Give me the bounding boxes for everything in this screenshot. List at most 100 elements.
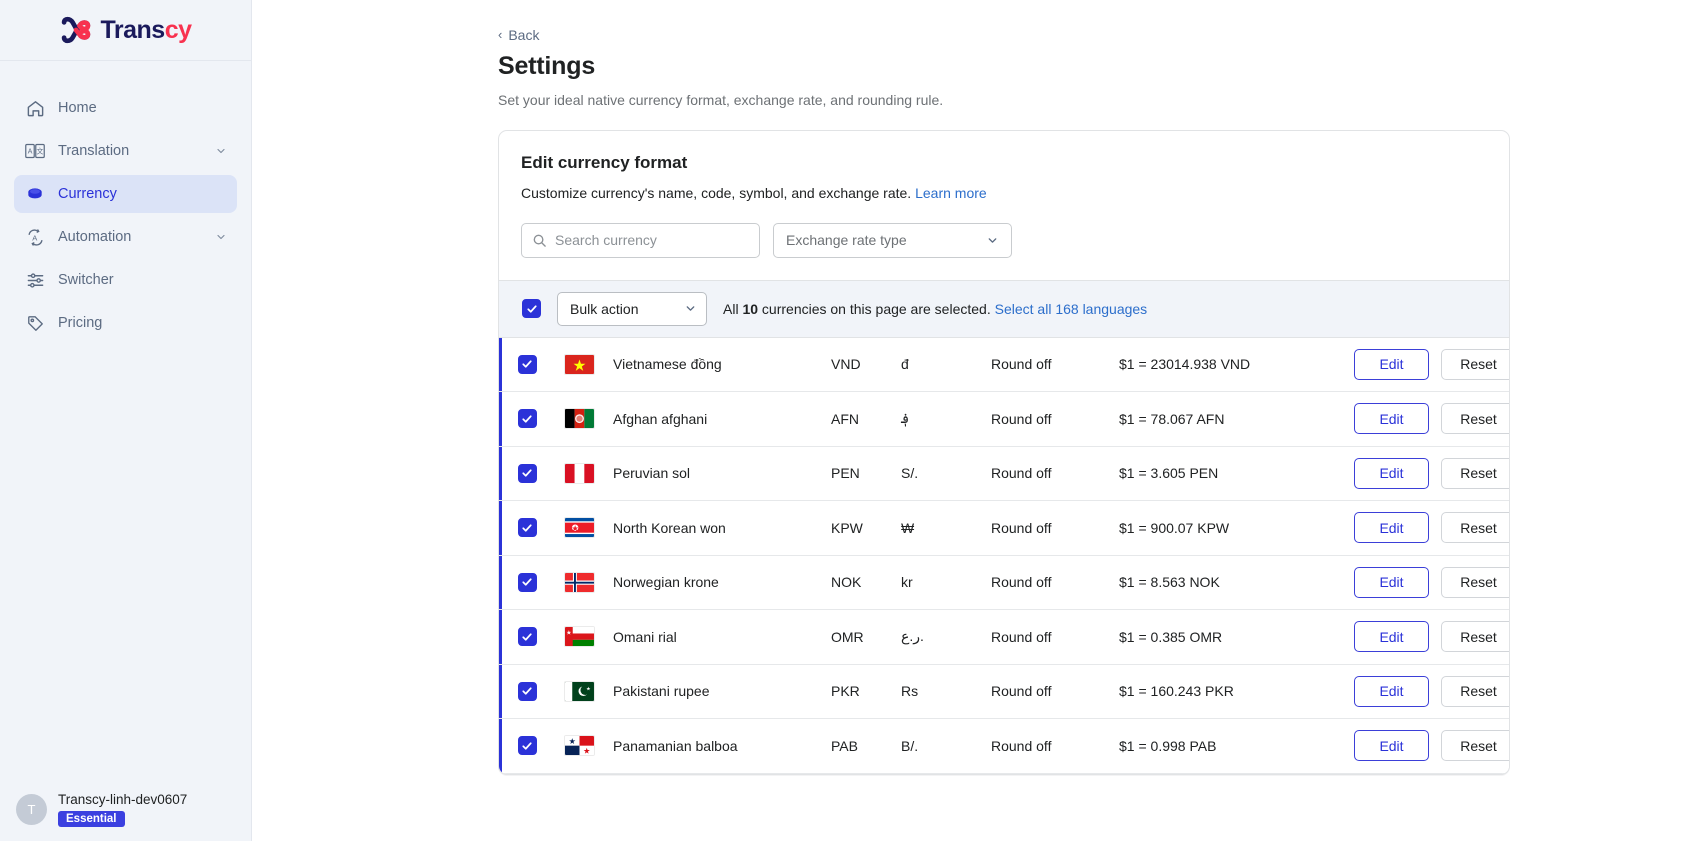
edit-button[interactable]: Edit [1354, 621, 1429, 653]
sidebar: Transcy Home A文 Translation Currency A A… [0, 0, 252, 841]
rounding-rule: Round off [991, 356, 1052, 373]
chevron-down-icon[interactable] [215, 145, 227, 157]
chevron-down-icon[interactable] [215, 231, 227, 243]
currency-name: Omani rial [613, 628, 677, 645]
main-content: ‹ Back Settings Set your ideal native cu… [252, 0, 1702, 841]
table-row[interactable]: Peruvian sol PEN S/. Round off $1 = 3.60… [499, 446, 1509, 501]
exchange-rate-type-select[interactable]: Exchange rate type [773, 222, 1012, 258]
row-actions: Edit Reset [1354, 512, 1509, 544]
row-checkbox-cell [499, 627, 551, 647]
brand-name: Transcy [100, 15, 192, 44]
table-row[interactable]: North Korean won KPW ₩ Round off $1 = 90… [499, 501, 1509, 556]
user-account-block[interactable]: T Transcy-linh-dev0607 Essential [0, 792, 252, 827]
row-actions: Edit Reset [1354, 730, 1509, 762]
sidebar-item-label: Automation [58, 229, 132, 245]
currency-name: Peruvian sol [613, 465, 691, 482]
row-checkbox-cell [499, 518, 551, 538]
sidebar-item-pricing[interactable]: Pricing [14, 304, 237, 342]
sidebar-item-automation[interactable]: A Automation [14, 218, 237, 256]
row-checkbox-cell [499, 354, 551, 374]
row-checkbox[interactable] [517, 627, 537, 647]
edit-button[interactable]: Edit [1354, 403, 1429, 435]
currency-symbol: ؋ [901, 410, 910, 427]
sidebar-item-switcher[interactable]: Switcher [14, 261, 237, 299]
table-row[interactable]: Omani rial OMR ر.ع. Round off $1 = 0.385… [499, 610, 1509, 665]
page-title: Settings [498, 51, 596, 80]
reset-button[interactable]: Reset [1441, 512, 1509, 544]
currency-symbol: ر.ع. [901, 628, 924, 645]
brand-name-pink: cy [164, 15, 192, 44]
edit-button[interactable]: Edit [1354, 348, 1429, 380]
rounding-rule: Round off [991, 465, 1052, 482]
check-icon [522, 578, 532, 586]
country-flag-icon [564, 735, 595, 757]
table-row[interactable]: Pakistani rupee PKR Rs Round off $1 = 16… [499, 664, 1509, 719]
row-flag-cell [551, 462, 613, 484]
row-checkbox[interactable] [517, 463, 537, 483]
svg-text:文: 文 [37, 147, 44, 156]
chevron-down-icon [988, 237, 997, 243]
table-row[interactable]: Afghan afghani AFN ؋ Round off $1 = 78.0… [499, 392, 1509, 447]
row-checkbox[interactable] [517, 409, 537, 429]
currency-code: AFN [831, 410, 859, 427]
edit-button[interactable]: Edit [1354, 566, 1429, 598]
row-flag-cell [551, 735, 613, 757]
reset-button[interactable]: Reset [1441, 457, 1509, 489]
exchange-rate: $1 = 23014.938 VND [1119, 356, 1251, 373]
rounding-rule: Round off [991, 574, 1052, 591]
currency-code: OMR [831, 628, 864, 645]
card-description: Customize currency's name, code, symbol,… [521, 185, 1487, 201]
edit-button[interactable]: Edit [1354, 457, 1429, 489]
plan-badge: Essential [58, 811, 125, 827]
automation-icon: A [24, 226, 46, 248]
reset-button[interactable]: Reset [1441, 403, 1509, 435]
sidebar-item-home[interactable]: Home [14, 89, 237, 127]
row-checkbox[interactable] [517, 572, 537, 592]
reset-button[interactable]: Reset [1441, 675, 1509, 707]
sidebar-item-translation[interactable]: A文 Translation [14, 132, 237, 170]
reset-button[interactable]: Reset [1441, 730, 1509, 762]
edit-button[interactable]: Edit [1354, 675, 1429, 707]
table-row[interactable]: Panamanian balboa PAB B/. Round off $1 =… [499, 719, 1509, 774]
back-link[interactable]: ‹ Back [498, 27, 539, 43]
search-input[interactable] [555, 232, 749, 248]
select-all-languages-link[interactable]: Select all 168 languages [995, 301, 1148, 317]
search-currency-box[interactable] [521, 222, 760, 258]
check-icon [522, 633, 532, 641]
check-icon [522, 469, 532, 477]
reset-button[interactable]: Reset [1441, 348, 1509, 380]
row-checkbox[interactable] [517, 354, 537, 374]
row-checkbox[interactable] [517, 518, 537, 538]
table-row[interactable]: Norwegian krone NOK kr Round off $1 = 8.… [499, 555, 1509, 610]
app-root: Transcy Home A文 Translation Currency A A… [0, 0, 1702, 841]
selection-summary: All 10 currencies on this page are selec… [723, 301, 1147, 317]
currency-table: Vietnamese đồng VND đ Round off $1 = 230… [499, 337, 1509, 774]
check-icon [522, 687, 532, 695]
avatar-initial: T [27, 802, 36, 817]
edit-button[interactable]: Edit [1354, 512, 1429, 544]
row-checkbox[interactable] [517, 736, 537, 756]
transcy-knot-logo-icon [62, 16, 91, 44]
table-row[interactable]: Vietnamese đồng VND đ Round off $1 = 230… [499, 337, 1509, 392]
chevron-left-icon: ‹ [498, 27, 503, 42]
currency-name: Vietnamese đồng [613, 356, 722, 373]
currency-code: PKR [831, 683, 860, 700]
page-subtitle: Set your ideal native currency format, e… [498, 91, 944, 108]
exchange-rate: $1 = 160.243 PKR [1119, 683, 1234, 700]
edit-button[interactable]: Edit [1354, 730, 1429, 762]
row-flag-cell [551, 517, 613, 539]
sidebar-item-currency[interactable]: Currency [14, 175, 237, 213]
row-checkbox[interactable] [517, 681, 537, 701]
row-checkbox-cell [499, 736, 551, 756]
currency-name: Afghan afghani [613, 410, 708, 427]
row-checkbox-cell [499, 681, 551, 701]
learn-more-link[interactable]: Learn more [915, 185, 987, 201]
sidebar-item-label: Pricing [58, 315, 103, 331]
card-title: Edit currency format [521, 152, 688, 172]
row-actions: Edit Reset [1354, 566, 1509, 598]
select-all-checkbox[interactable] [522, 299, 541, 318]
brand-logo[interactable]: Transcy [0, 0, 251, 61]
bulk-action-select[interactable]: Bulk action [557, 291, 707, 326]
reset-button[interactable]: Reset [1441, 566, 1509, 598]
reset-button[interactable]: Reset [1441, 621, 1509, 653]
